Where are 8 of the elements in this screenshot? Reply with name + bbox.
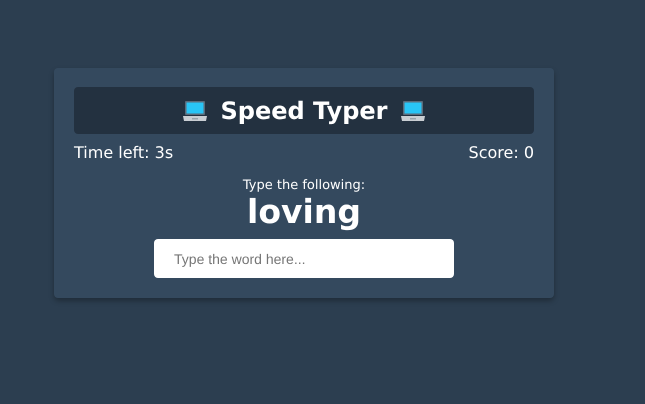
target-word: loving	[247, 193, 361, 231]
app-title: Speed Typer	[220, 96, 388, 124]
score: Score: 0	[468, 143, 534, 162]
laptop-icon	[400, 98, 426, 122]
prompt-label: Type the following:	[242, 178, 366, 193]
word-input-field[interactable]: Type the word here...	[154, 239, 454, 278]
time-left: Time left: 3s	[74, 143, 174, 162]
laptop-icon	[182, 98, 208, 122]
